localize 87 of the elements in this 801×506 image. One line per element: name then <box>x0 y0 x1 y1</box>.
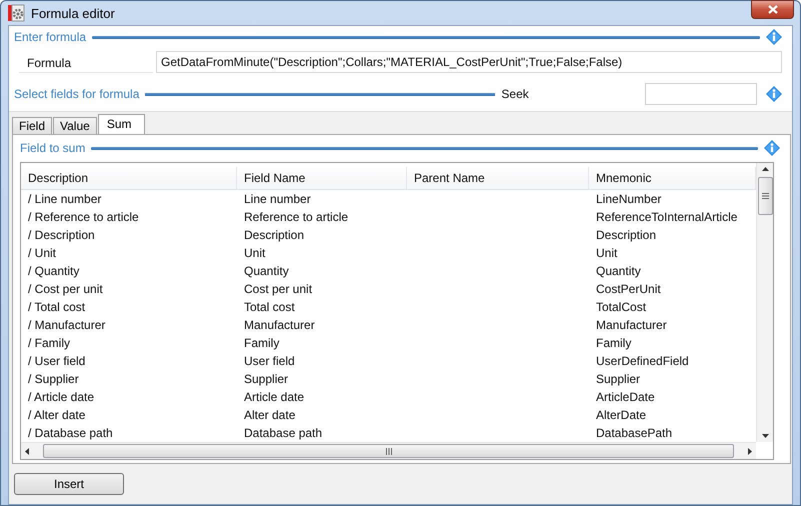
formula-label: Formula <box>19 51 153 73</box>
table-cell-text: ArticleDate <box>595 389 656 406</box>
info-icon[interactable] <box>766 86 782 102</box>
table-row[interactable]: / Alter date Alter date AlterDate <box>21 406 756 424</box>
grip-icon <box>762 193 768 199</box>
table-cell-text: Unit <box>243 245 266 262</box>
table-cell-text: / Article date <box>27 389 96 406</box>
table-cell-text: TotalCost <box>595 299 648 316</box>
window-title: Formula editor <box>31 6 116 20</box>
table-cell-text: / Unit <box>27 245 58 262</box>
table-row[interactable]: / Supplier Supplier Supplier <box>21 370 756 388</box>
column-header[interactable]: Parent Name <box>407 167 589 189</box>
table-cell-text: / User field <box>27 353 86 370</box>
table-cell-text: LineNumber <box>595 191 662 208</box>
table-row[interactable]: / Cost per unit Cost per unit CostPerUnit <box>21 280 756 298</box>
table-cell-text: User field <box>243 353 296 370</box>
table-row[interactable]: / Description Description Description <box>21 226 756 244</box>
table-row[interactable]: / Total cost Total cost TotalCost <box>21 298 756 316</box>
horizontal-scrollbar[interactable] <box>21 442 756 459</box>
section-legend: Select fields for formula <box>14 87 140 101</box>
table-cell-text: Family <box>243 335 280 352</box>
table-row[interactable]: / Manufacturer Manufacturer Manufacturer <box>21 316 756 334</box>
table-cell-text: / Alter date <box>27 407 86 424</box>
table-cell-text: / Supplier <box>27 371 80 388</box>
table-cell-text: Total cost <box>243 299 296 316</box>
table-row[interactable]: / Quantity Quantity Quantity <box>21 262 756 280</box>
table-cell-text: Family <box>595 335 632 352</box>
down-arrow-icon[interactable] <box>762 434 768 438</box>
table-row[interactable]: / Database path Database path DatabasePath <box>21 424 756 442</box>
table-cell-text: ReferenceToInternalArticle <box>595 209 738 226</box>
table-cell-text: Manufacturer <box>595 317 668 334</box>
column-header[interactable]: Description <box>21 167 237 189</box>
table-cell-text: Description <box>595 227 658 244</box>
column-header[interactable]: Field Name <box>237 167 407 189</box>
scroll-thumb[interactable] <box>758 177 772 215</box>
table-cell-text: Line number <box>243 191 312 208</box>
section-legend: Field to sum <box>20 141 86 155</box>
table-cell-text: / Reference to article <box>27 209 140 226</box>
section-legend: Enter formula <box>14 30 86 44</box>
table-cell-text: Unit <box>595 245 618 262</box>
seek-label: Seek <box>501 87 530 101</box>
table-row[interactable]: / Family Family Family <box>21 334 756 352</box>
table-cell-text: Reference to article <box>243 209 350 226</box>
table-cell-text: / Cost per unit <box>27 281 104 298</box>
table-cell-text: Cost per unit <box>243 281 314 298</box>
table-cell-text: Description <box>243 227 306 244</box>
info-icon[interactable] <box>766 29 782 45</box>
grip-icon <box>386 448 392 454</box>
table-row[interactable]: / Article date Article date ArticleDate <box>21 388 756 406</box>
close-icon <box>768 4 778 14</box>
close-button[interactable] <box>751 0 794 18</box>
tab[interactable]: Sum <box>98 114 145 134</box>
table-row[interactable]: / Line number Line number LineNumber <box>21 190 756 208</box>
table-cell-text: Manufacturer <box>243 317 316 334</box>
seek-field[interactable] <box>645 83 757 105</box>
table-cell-text: DatabasePath <box>595 425 674 442</box>
table-row[interactable]: / Reference to article Reference to article ReferenceToInternalArticle <box>21 208 756 226</box>
table-cell-text: Quantity <box>595 263 642 280</box>
table-cell-text: Quantity <box>243 263 290 280</box>
table-cell-text: Alter date <box>243 407 296 424</box>
table-cell-text: AlterDate <box>595 407 648 424</box>
left-arrow-icon[interactable] <box>25 448 29 454</box>
table-row[interactable]: / Unit Unit Unit <box>21 244 756 262</box>
table-cell-text: Supplier <box>243 371 290 388</box>
tab[interactable]: Field <box>12 117 52 134</box>
table-cell-text: / Description <box>27 227 96 244</box>
table-cell-text: Supplier <box>595 371 642 388</box>
gear-icon <box>7 4 25 22</box>
insert-button[interactable]: Insert <box>14 473 124 495</box>
table-cell-text: / Family <box>27 335 71 352</box>
table-cell-text: / Database path <box>27 425 114 442</box>
table-cell-text: / Quantity <box>27 263 80 280</box>
table-cell-text: CostPerUnit <box>595 281 662 298</box>
table-cell-text: UserDefinedField <box>595 353 690 370</box>
table-row[interactable]: / User field User field UserDefinedField <box>21 352 756 370</box>
table-cell-text: Article date <box>243 389 306 406</box>
vertical-scrollbar[interactable] <box>756 163 773 442</box>
table-cell-text: Database path <box>243 425 324 442</box>
right-arrow-icon[interactable] <box>748 448 752 454</box>
formula-field[interactable]: GetDataFromMinute("Description";Collars;"MATERIAL_CostPerUnit";True;False;False) <box>156 51 782 73</box>
table-cell-text: / Total cost <box>27 299 86 316</box>
scroll-thumb[interactable] <box>43 444 734 458</box>
up-arrow-icon[interactable] <box>762 167 768 171</box>
table-cell-text: / Manufacturer <box>27 317 106 334</box>
info-icon[interactable] <box>764 140 780 156</box>
table-cell-text: / Line number <box>27 191 102 208</box>
tab[interactable]: Value <box>53 117 97 134</box>
